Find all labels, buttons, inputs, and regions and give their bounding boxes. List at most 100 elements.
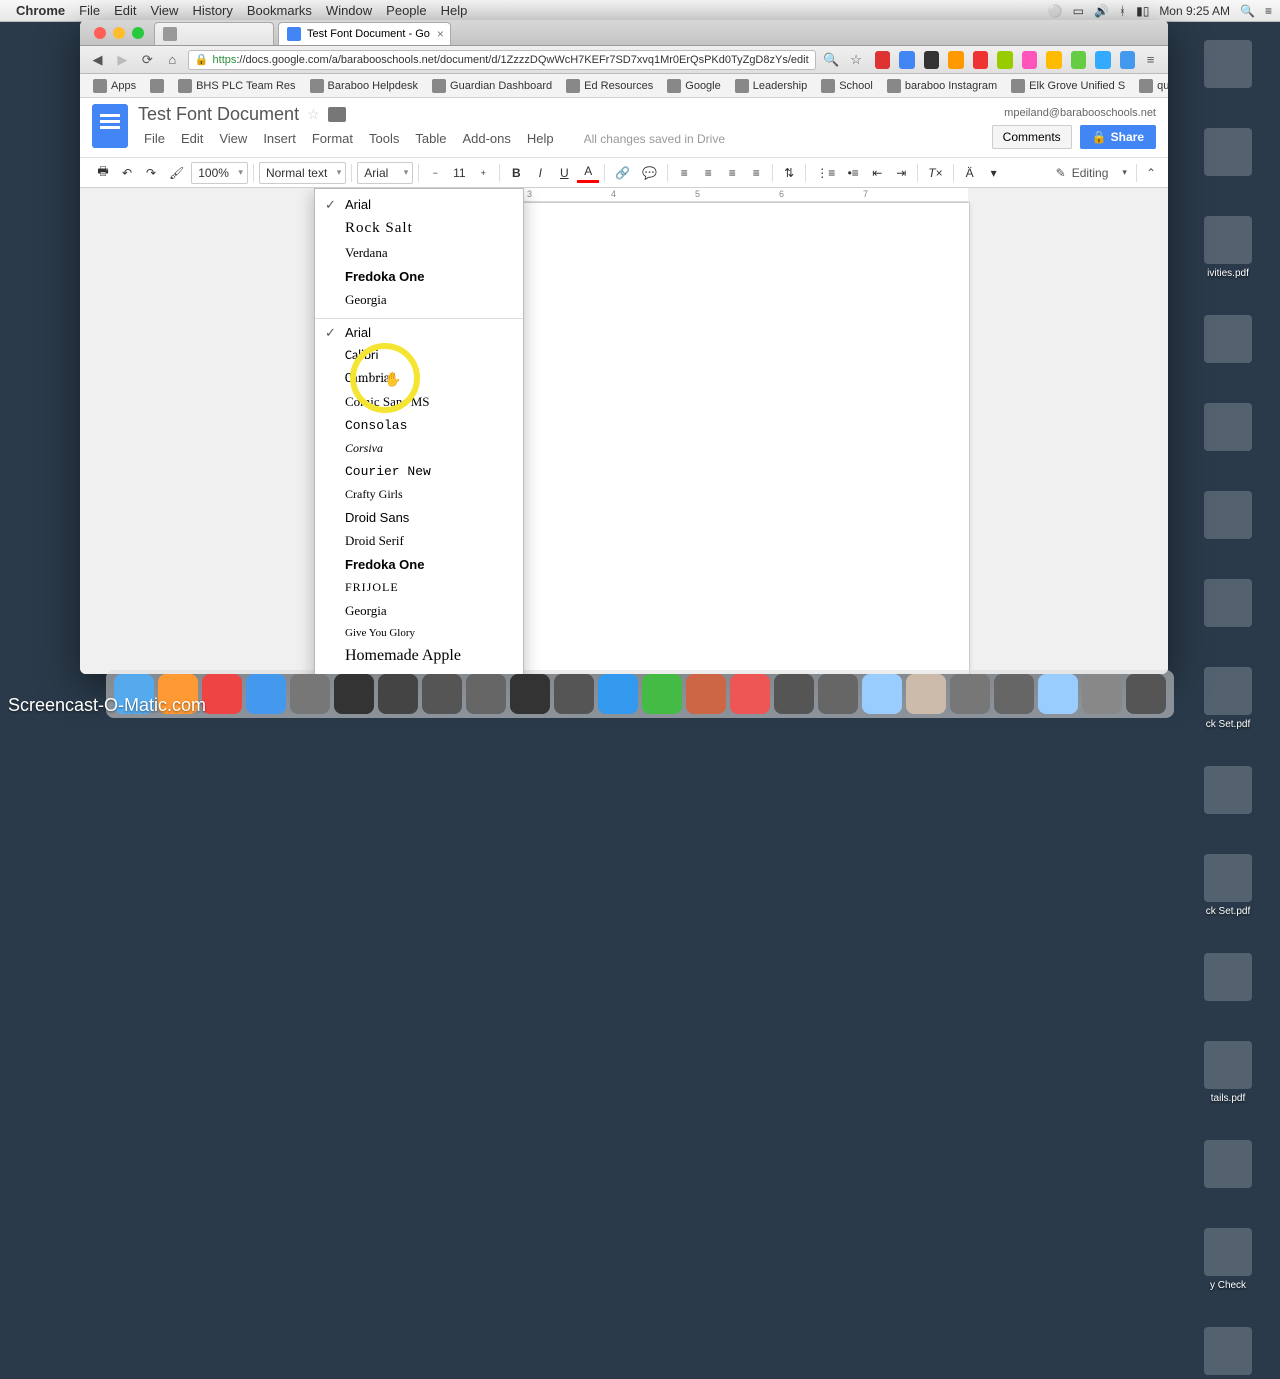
bullet-list[interactable]: •≡ bbox=[842, 161, 864, 185]
align-center[interactable]: ≡ bbox=[697, 161, 719, 185]
print-button[interactable]: 🖶 bbox=[92, 161, 114, 185]
dock-app[interactable] bbox=[862, 674, 902, 714]
dock-app[interactable] bbox=[422, 674, 462, 714]
dock-app[interactable] bbox=[510, 674, 550, 714]
dock-app[interactable] bbox=[334, 674, 374, 714]
font-option[interactable]: Consolas bbox=[315, 414, 523, 437]
extension-icon[interactable] bbox=[1022, 51, 1038, 69]
indent-increase[interactable]: ⇥ bbox=[890, 161, 912, 185]
font-option[interactable]: Fredoka One bbox=[315, 553, 523, 576]
bookmark[interactable]: Google bbox=[662, 79, 725, 93]
desktop-file[interactable] bbox=[1180, 953, 1276, 1005]
font-select[interactable]: Arial bbox=[357, 162, 413, 184]
dock-app[interactable] bbox=[554, 674, 594, 714]
bluetooth-icon[interactable]: ᚼ bbox=[1119, 4, 1126, 18]
desktop-file[interactable] bbox=[1180, 128, 1276, 180]
input-tools[interactable]: Ä bbox=[959, 161, 981, 185]
spotlight-icon[interactable]: 🔍 bbox=[1240, 4, 1255, 18]
back-button[interactable]: ◀ bbox=[88, 50, 107, 70]
input-tools-dd[interactable]: ▾ bbox=[983, 161, 1005, 185]
indent-decrease[interactable]: ⇤ bbox=[866, 161, 888, 185]
star-icon[interactable]: ☆ bbox=[307, 106, 320, 123]
dock-app[interactable] bbox=[466, 674, 506, 714]
bookmark[interactable]: baraboo Instagram bbox=[882, 79, 1002, 93]
reload-button[interactable]: ⟳ bbox=[138, 50, 157, 70]
docs-logo-icon[interactable] bbox=[92, 104, 128, 148]
zoom-select[interactable]: 100% bbox=[191, 162, 248, 184]
extension-icon[interactable] bbox=[899, 51, 915, 69]
bookmark[interactable]: School bbox=[816, 79, 878, 93]
menu-file[interactable]: File bbox=[138, 129, 171, 148]
menu-file[interactable]: File bbox=[79, 3, 100, 18]
menu-bookmarks[interactable]: Bookmarks bbox=[247, 3, 312, 18]
desktop-file[interactable] bbox=[1180, 766, 1276, 818]
menu-add-ons[interactable]: Add-ons bbox=[456, 129, 516, 148]
clear-format[interactable]: T× bbox=[923, 161, 947, 185]
extension-icon[interactable] bbox=[924, 51, 940, 69]
font-option[interactable]: Homemade Apple bbox=[315, 643, 523, 669]
extension-icon[interactable] bbox=[875, 51, 891, 69]
folder-icon[interactable] bbox=[328, 107, 346, 122]
align-left[interactable]: ≡ bbox=[673, 161, 695, 185]
desktop-file[interactable]: tails.pdf bbox=[1180, 1041, 1276, 1104]
font-option[interactable]: Arial bbox=[315, 193, 523, 216]
font-option[interactable]: Droid Sans bbox=[315, 506, 523, 529]
user-email[interactable]: mpeiland@barabooschools.net bbox=[992, 107, 1156, 119]
star-icon[interactable]: ☆ bbox=[847, 50, 866, 70]
dock-app[interactable] bbox=[290, 674, 330, 714]
font-option[interactable]: Courier New bbox=[315, 460, 523, 483]
dock-app[interactable] bbox=[642, 674, 682, 714]
bookmark[interactable]: Elk Grove Unified S bbox=[1006, 79, 1130, 93]
clock[interactable]: Mon 9:25 AM bbox=[1159, 4, 1230, 18]
desktop-file[interactable]: ck Set.pdf bbox=[1180, 667, 1276, 730]
align-right[interactable]: ≡ bbox=[721, 161, 743, 185]
menu-format[interactable]: Format bbox=[306, 129, 359, 148]
menu-help[interactable]: Help bbox=[521, 129, 560, 148]
font-option[interactable]: Impact bbox=[315, 669, 523, 674]
redo-button[interactable]: ↷ bbox=[140, 161, 162, 185]
menu-edit[interactable]: Edit bbox=[175, 129, 209, 148]
style-select[interactable]: Normal text bbox=[259, 162, 346, 184]
size-increase[interactable]: + bbox=[472, 161, 494, 185]
dock-app[interactable] bbox=[818, 674, 858, 714]
battery-icon[interactable]: ▮▯ bbox=[1136, 4, 1149, 18]
dock-app[interactable] bbox=[774, 674, 814, 714]
desktop-file[interactable]: ck Set.pdf bbox=[1180, 854, 1276, 917]
bold-button[interactable]: B bbox=[505, 161, 527, 185]
bookmark[interactable]: Leadership bbox=[730, 79, 812, 93]
desktop-file[interactable] bbox=[1180, 491, 1276, 543]
dock-app[interactable] bbox=[246, 674, 286, 714]
desktop-file[interactable]: ivities.pdf bbox=[1180, 216, 1276, 279]
extension-icon[interactable] bbox=[1120, 51, 1136, 69]
dock-app[interactable] bbox=[378, 674, 418, 714]
font-size[interactable]: 11 bbox=[448, 166, 470, 180]
text-color-button[interactable]: A bbox=[577, 163, 599, 183]
bookmark[interactable] bbox=[145, 79, 169, 93]
font-option[interactable]: Crafty Girls bbox=[315, 483, 523, 506]
menu-view[interactable]: View bbox=[150, 3, 178, 18]
extension-icon[interactable] bbox=[1046, 51, 1062, 69]
dock-app[interactable] bbox=[906, 674, 946, 714]
extension-icon[interactable] bbox=[1095, 51, 1111, 69]
bookmark[interactable]: Ed Resources bbox=[561, 79, 658, 93]
menu-insert[interactable]: Insert bbox=[257, 129, 302, 148]
doc-title[interactable]: Test Font Document bbox=[138, 104, 299, 125]
dock-app[interactable] bbox=[730, 674, 770, 714]
notification-icon[interactable]: ≡ bbox=[1265, 4, 1272, 18]
extension-icon[interactable] bbox=[997, 51, 1013, 69]
editing-mode[interactable]: Editing bbox=[1072, 166, 1109, 180]
menu-icon[interactable]: ≡ bbox=[1141, 50, 1160, 70]
extension-icon[interactable] bbox=[973, 51, 989, 69]
dock-app[interactable] bbox=[598, 674, 638, 714]
paint-format-button[interactable]: 🖌 bbox=[164, 161, 189, 185]
share-button[interactable]: 🔒Share bbox=[1080, 125, 1156, 149]
close-icon[interactable]: × bbox=[437, 27, 444, 41]
desktop-file[interactable] bbox=[1180, 315, 1276, 367]
desktop-file[interactable] bbox=[1180, 1327, 1276, 1379]
font-option[interactable]: FRIJOLE bbox=[315, 576, 523, 599]
menu-history[interactable]: History bbox=[192, 3, 232, 18]
menu-people[interactable]: People bbox=[386, 3, 426, 18]
menu-view[interactable]: View bbox=[213, 129, 253, 148]
italic-button[interactable]: I bbox=[529, 161, 551, 185]
desktop-file[interactable] bbox=[1180, 403, 1276, 455]
